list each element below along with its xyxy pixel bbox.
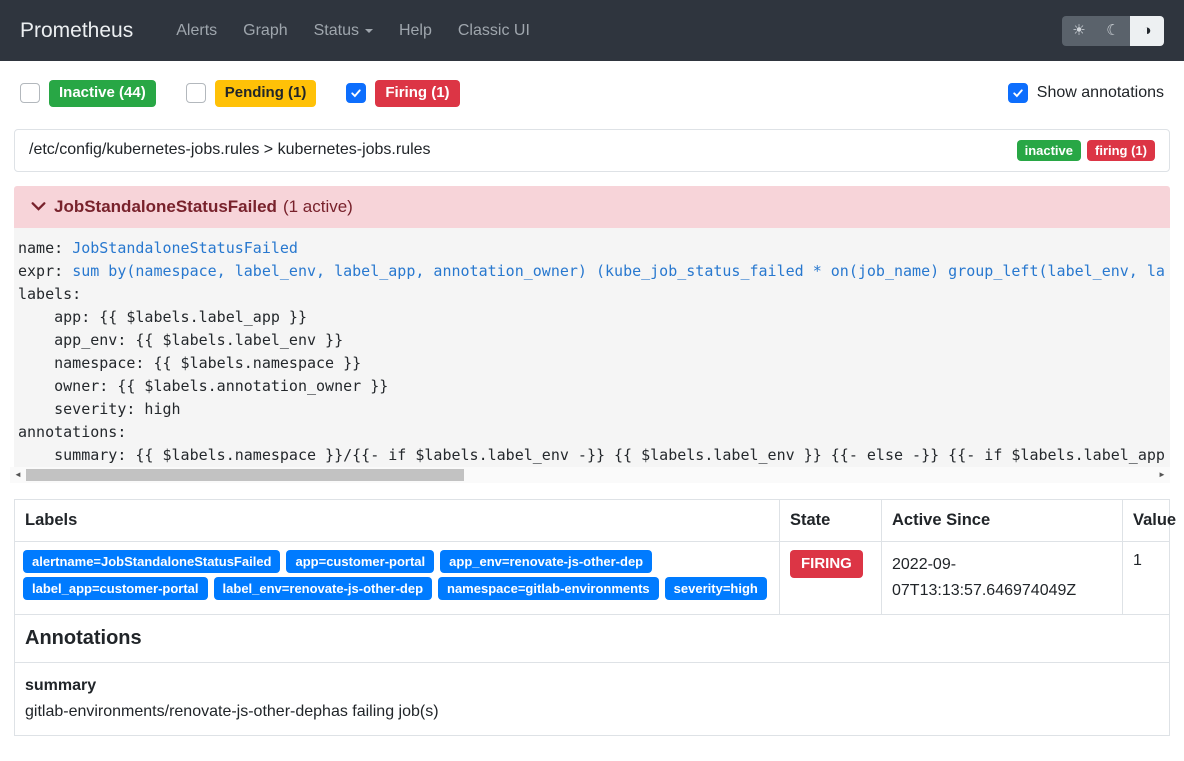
code-text: app_env: {{ $labels.label_env }} xyxy=(18,331,343,349)
code-text: name: xyxy=(18,239,72,257)
nav-link-label: Graph xyxy=(243,22,287,40)
table-header-cell: Active Since xyxy=(882,499,1123,541)
label-badge: app=customer-portal xyxy=(286,550,434,573)
code-text: owner: {{ $labels.annotation_owner }} xyxy=(18,377,388,395)
code-line: app: {{ $labels.label_app }} xyxy=(18,306,1170,329)
rule-group-card: /etc/config/kubernetes-jobs.rules > kube… xyxy=(14,129,1170,172)
rule-group-badges: inactive firing (1) xyxy=(1017,140,1155,161)
chevron-down-icon xyxy=(365,29,373,33)
group-inactive-badge: inactive xyxy=(1017,140,1081,161)
check-icon xyxy=(350,87,362,99)
active-since-cell: 2022-09-07T13:13:57.646974049Z xyxy=(882,541,1123,614)
code-line: app_env: {{ $labels.label_env }} xyxy=(18,329,1170,352)
code-line: name: JobStandaloneStatusFailed xyxy=(18,237,1170,260)
table-header-cell: Value xyxy=(1123,499,1170,541)
nav-classic-ui[interactable]: Classic UI xyxy=(445,22,543,40)
chevron-down-icon xyxy=(30,198,47,215)
filter-firing: Firing (1) xyxy=(346,80,459,107)
table-header-cell: Labels xyxy=(15,499,780,541)
annotation-value: gitlab-environments/renovate-js-other-de… xyxy=(25,699,1159,725)
top-navbar: Prometheus Alerts Graph Status Help Clas… xyxy=(0,0,1184,61)
filter-badge[interactable]: Inactive (44) xyxy=(49,80,156,107)
code-line: expr: sum by(namespace, label_env, label… xyxy=(18,260,1170,283)
nav-help[interactable]: Help xyxy=(386,22,445,40)
code-link[interactable]: JobStandaloneStatusFailed xyxy=(72,239,298,257)
theme-dark-button[interactable]: ☾ xyxy=(1096,16,1130,46)
filter-pending: Pending (1) xyxy=(186,80,317,107)
active-alerts-table: Labels State Active Since Value alertnam… xyxy=(14,499,1170,736)
filter-badge[interactable]: Firing (1) xyxy=(375,80,459,107)
theme-auto-button[interactable]: ◑ xyxy=(1130,16,1164,46)
show-annotations-checkbox[interactable] xyxy=(1008,83,1028,103)
code-line: owner: {{ $labels.annotation_owner }} xyxy=(18,375,1170,398)
theme-toggle-group: ☀ ☾ ◑ xyxy=(1062,16,1164,46)
filter-badge[interactable]: Pending (1) xyxy=(215,80,317,107)
label-badge: severity=high xyxy=(665,577,767,600)
nav-link-label: Classic UI xyxy=(458,22,530,40)
code-text: app: {{ $labels.label_app }} xyxy=(18,308,307,326)
table-header-row: Labels State Active Since Value xyxy=(15,499,1170,541)
label-badge: namespace=gitlab-environments xyxy=(438,577,659,600)
circle-half-icon: ◑ xyxy=(1142,23,1151,38)
label-badge: app_env=renovate-js-other-dep xyxy=(440,550,652,573)
code-text: summary: {{ $labels.namespace }}/{{- if … xyxy=(18,446,1165,464)
filter-checkbox[interactable] xyxy=(186,83,206,103)
label-badge: label_env=renovate-js-other-dep xyxy=(214,577,432,600)
code-line: summary: {{ $labels.namespace }}/{{- if … xyxy=(18,444,1170,467)
code-link[interactable]: sum by(namespace, label_env, label_app, … xyxy=(72,262,1165,280)
state-filters: Inactive (44) Pending (1) Firing (1) xyxy=(20,80,490,107)
nav-link-label: Status xyxy=(314,22,359,40)
filter-checkbox[interactable] xyxy=(346,83,366,103)
code-line: labels: xyxy=(18,283,1170,306)
state-cell: FIRING xyxy=(780,541,882,614)
filter-checkbox[interactable] xyxy=(20,83,40,103)
filter-inactive: Inactive (44) xyxy=(20,80,156,107)
moon-icon: ☾ xyxy=(1106,23,1119,38)
check-icon xyxy=(1012,87,1024,99)
annotation-row: summary gitlab-environments/renovate-js-… xyxy=(15,662,1170,735)
nav-alerts[interactable]: Alerts xyxy=(163,22,230,40)
label-badges: alertname=JobStandaloneStatusFailed app=… xyxy=(23,550,771,600)
alert-row: alertname=JobStandaloneStatusFailed app=… xyxy=(15,541,1170,614)
code-text: expr: xyxy=(18,262,72,280)
code-text: namespace: {{ $labels.namespace }} xyxy=(18,354,361,372)
horizontal-scrollbar[interactable]: ◄ ► xyxy=(10,467,1170,483)
show-annotations-label: Show annotations xyxy=(1037,84,1164,102)
value-cell: 1 xyxy=(1123,541,1170,614)
rule-yaml-block: name: JobStandaloneStatusFailed expr: su… xyxy=(14,228,1170,467)
label-badge: label_app=customer-portal xyxy=(23,577,208,600)
sun-icon: ☀ xyxy=(1072,23,1085,38)
table-header-cell: State xyxy=(780,499,882,541)
annotations-heading: Annotations xyxy=(25,627,142,649)
nav-link-label: Help xyxy=(399,22,432,40)
alert-rule-name: JobStandaloneStatusFailed xyxy=(54,197,277,217)
nav-graph[interactable]: Graph xyxy=(230,22,300,40)
scroll-right-arrow-icon[interactable]: ► xyxy=(1154,467,1170,483)
labels-cell: alertname=JobStandaloneStatusFailed app=… xyxy=(15,541,780,614)
code-text: annotations: xyxy=(18,423,126,441)
alerts-filter-toolbar: Inactive (44) Pending (1) Firing (1) Sho… xyxy=(0,61,1184,129)
annotation-key: summary xyxy=(25,673,1159,699)
alert-rule-active-count: (1 active) xyxy=(283,197,353,217)
brand[interactable]: Prometheus xyxy=(20,19,133,43)
nav-links: Alerts Graph Status Help Classic UI xyxy=(163,22,543,40)
code-text: labels: xyxy=(18,285,81,303)
alert-rule-header[interactable]: JobStandaloneStatusFailed (1 active) xyxy=(14,186,1170,228)
nav-status[interactable]: Status xyxy=(301,22,386,40)
firing-state-badge: FIRING xyxy=(790,550,863,578)
nav-link-label: Alerts xyxy=(176,22,217,40)
code-line: annotations: xyxy=(18,421,1170,444)
alert-rule-panel: JobStandaloneStatusFailed (1 active) nam… xyxy=(14,186,1170,483)
scroll-left-arrow-icon[interactable]: ◄ xyxy=(10,467,26,483)
code-line: severity: high xyxy=(18,398,1170,421)
theme-light-button[interactable]: ☀ xyxy=(1062,16,1096,46)
group-firing-badge: firing (1) xyxy=(1087,140,1155,161)
annotations-heading-row: Annotations xyxy=(15,614,1170,662)
code-line: namespace: {{ $labels.namespace }} xyxy=(18,352,1170,375)
show-annotations-toggle[interactable]: Show annotations xyxy=(1008,83,1164,103)
rule-group-title: /etc/config/kubernetes-jobs.rules > kube… xyxy=(29,141,431,159)
code-text: severity: high xyxy=(18,400,181,418)
scrollbar-thumb[interactable] xyxy=(26,469,464,481)
label-badge: alertname=JobStandaloneStatusFailed xyxy=(23,550,280,573)
